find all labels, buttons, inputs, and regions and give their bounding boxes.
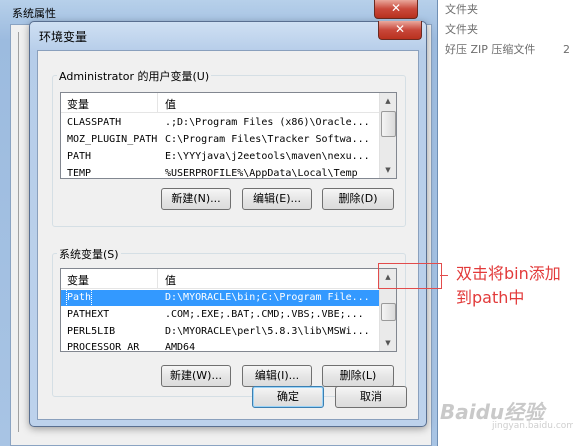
user-edit-button[interactable]: 编辑(E)...	[242, 188, 312, 210]
list-header: 变量 值	[61, 269, 396, 289]
table-row-selected[interactable]: Path D:\MYORACLE\bin;C:\Program File...	[61, 289, 381, 307]
column-header-variable[interactable]: 变量	[67, 272, 89, 288]
dialog-body: Administrator 的用户变量(U) 变量 值 CLASSPATH .;D…	[37, 50, 419, 420]
variable-value: %USERPROFILE%\AppData\Local\Temp	[165, 168, 358, 179]
variable-value: D:\MYORACLE\bin;C:\Program File...	[165, 292, 370, 303]
table-row[interactable]: PERL5LIB D:\MYORACLE\perl\5.8.3\lib\MSWi.…	[61, 324, 381, 340]
table-row[interactable]: CLASSPATH .;D:\Program Files (x86)\Oracle…	[61, 115, 381, 131]
tab-panel-edge	[18, 32, 27, 432]
environment-variables-dialog: 环境变量 ✕ Administrator 的用户变量(U) 变量 值 CLASS…	[29, 21, 427, 427]
close-button[interactable]: ✕	[374, 0, 418, 19]
variable-name: PATHEXT	[67, 309, 110, 320]
system-variables-list[interactable]: 变量 值 Path D:\MYORACLE\bin;C:\Program File…	[60, 268, 397, 352]
user-delete-button[interactable]: 删除(D)	[322, 188, 394, 210]
table-row[interactable]: PATH E:\YYYjava\j2eetools\maven\nexu...	[61, 149, 381, 165]
close-icon: ✕	[394, 22, 406, 36]
file-type-label: 好压 ZIP 压缩文件	[445, 43, 536, 56]
table-row[interactable]: MOZ_PLUGIN_PATH C:\Program Files\Tracker …	[61, 132, 381, 148]
user-variables-list[interactable]: 变量 值 CLASSPATH .;D:\Program Files (x86)\O…	[60, 92, 397, 179]
scroll-thumb[interactable]	[381, 303, 396, 321]
annotation-connector	[440, 275, 448, 276]
variable-value: .COM;.EXE;.BAT;.CMD;.VBS;.VBE;...	[165, 309, 364, 320]
variable-name: CLASSPATH	[67, 117, 122, 128]
variable-name: Path	[65, 289, 93, 307]
table-row[interactable]: TEMP %USERPROFILE%\AppData\Local\Temp	[61, 166, 381, 179]
variable-name: PROCESSOR_AR	[67, 342, 140, 352]
variable-name: TEMP	[67, 168, 92, 179]
system-delete-button[interactable]: 删除(L)	[322, 365, 394, 387]
watermark-url: jingyan.baidu.com	[492, 421, 573, 431]
column-header-variable[interactable]: 变量	[67, 96, 89, 112]
close-button[interactable]: ✕	[378, 21, 422, 40]
window-title: 系统属性	[12, 7, 56, 20]
column-header-value[interactable]: 值	[165, 96, 176, 112]
annotation-highlight-box	[378, 263, 442, 289]
column-divider	[157, 269, 158, 288]
cancel-button[interactable]: 取消	[335, 386, 407, 408]
variable-value: C:\Program Files\Tracker Softwa...	[165, 134, 370, 145]
list-item: 好压 ZIP 压缩文件 2	[445, 41, 570, 59]
variable-value: D:\MYORACLE\perl\5.8.3\lib\MSWi...	[165, 326, 370, 337]
variable-name: PATH	[67, 151, 92, 162]
scroll-up-arrow-icon[interactable]: ▲	[380, 93, 396, 109]
file-type-label: 文件夹	[445, 3, 478, 16]
table-row[interactable]: PATHEXT .COM;.EXE;.BAT;.CMD;.VBS;.VBE;...	[61, 307, 381, 323]
file-type-label: 文件夹	[445, 23, 478, 36]
system-edit-button[interactable]: 编辑(I)...	[242, 365, 312, 387]
file-size-label: 2	[563, 43, 570, 56]
table-row[interactable]: PROCESSOR_AR AMD64	[61, 340, 381, 352]
close-icon: ✕	[390, 1, 402, 15]
variable-value: E:\YYYjava\j2eetools\maven\nexu...	[165, 151, 370, 162]
variable-name: MOZ_PLUGIN_PATH	[67, 134, 158, 145]
scroll-thumb[interactable]	[381, 111, 396, 137]
user-new-button[interactable]: 新建(N)...	[161, 188, 231, 210]
list-item: 文件夹	[445, 1, 478, 19]
system-new-button[interactable]: 新建(W)...	[161, 365, 231, 387]
user-variables-label: Administrator 的用户变量(U)	[57, 68, 212, 84]
annotation-text: 双击将bin添加到path中	[456, 264, 561, 307]
dialog-title: 环境变量	[39, 30, 88, 44]
ok-button[interactable]: 确定	[252, 386, 324, 408]
variable-value: .;D:\Program Files (x86)\Oracle...	[165, 117, 370, 128]
system-variables-label: 系统变量(S)	[57, 246, 121, 262]
scroll-down-arrow-icon[interactable]: ▼	[380, 162, 396, 178]
column-header-value[interactable]: 值	[165, 272, 176, 288]
variable-name: PERL5LIB	[67, 326, 116, 337]
variable-value: AMD64	[165, 342, 196, 352]
column-divider	[157, 93, 158, 112]
list-header: 变量 值	[61, 93, 396, 113]
vertical-scrollbar[interactable]: ▲ ▼	[379, 93, 396, 178]
scroll-down-arrow-icon[interactable]: ▼	[380, 335, 396, 351]
list-item: 文件夹	[445, 21, 478, 39]
